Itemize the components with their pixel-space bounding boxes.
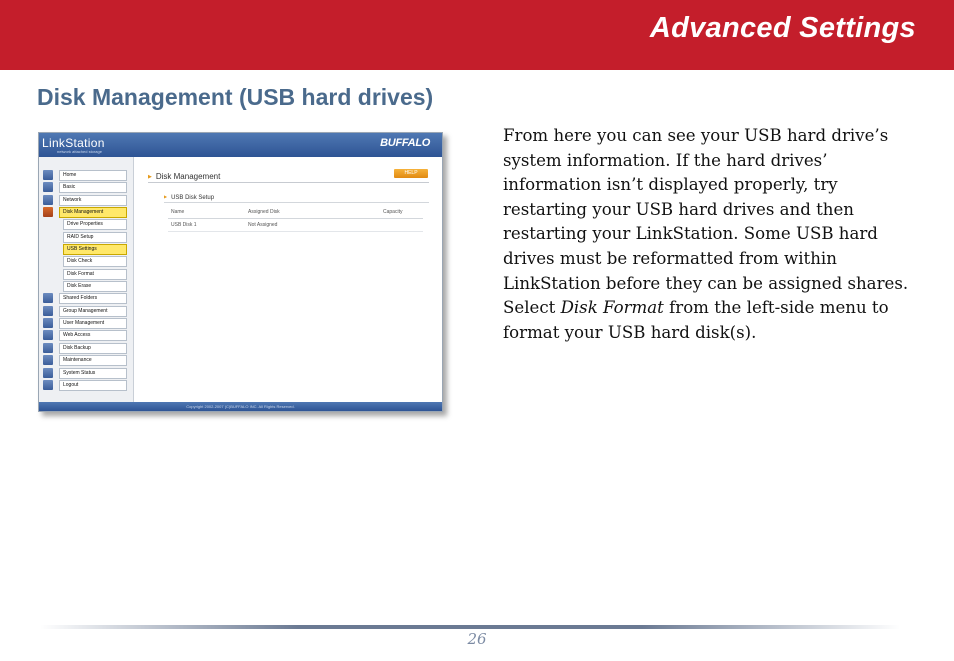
menu-icon [43, 367, 53, 378]
sidebar-item-drive-properties: Drive Properties [43, 219, 127, 231]
sidebar-item-label: Disk Management [59, 207, 127, 219]
sidebar-item-shared-folders: Shared Folders [43, 293, 127, 305]
chapter-title: Advanced Settings [649, 12, 916, 44]
menu-icon [43, 207, 53, 218]
column-header-assigned-disk: Assigned Disk [248, 209, 280, 215]
sidebar-item-disk-format: Disk Format [43, 268, 127, 280]
footer-divider [40, 625, 900, 629]
sidebar-item-user-management: User Management [43, 318, 127, 330]
sidebar-item-disk-erase: Disk Erase [43, 281, 127, 293]
sidebar-item-network: Network [43, 194, 127, 206]
sidebar-item-label: RAID Setup [63, 231, 127, 243]
linkstation-screenshot: LinkStation network attached storage BUF… [38, 132, 443, 412]
sidebar-item-label: Maintenance [59, 355, 127, 367]
sidebar-item-usb-settings: USB Settings [43, 244, 127, 256]
sidebar-item-label: Home [59, 170, 127, 181]
buffalo-logo: BUFFALO [380, 137, 430, 149]
sidebar-item-label: Disk Erase [63, 281, 127, 293]
menu-icon [43, 318, 53, 329]
panel-title: Disk Management [148, 172, 220, 181]
sidebar-item-label: User Management [59, 318, 127, 330]
sidebar-item-label: Web Access [59, 330, 127, 342]
table-header-row: Name Assigned Disk Capacity [168, 207, 423, 219]
panel-divider [148, 182, 429, 183]
sidebar-item-disk-backup: Disk Backup [43, 342, 127, 354]
menu-icon [43, 170, 53, 180]
sidebar-item-disk-check: Disk Check [43, 256, 127, 268]
menu-icon [43, 293, 53, 304]
linkstation-logo: LinkStation [42, 136, 105, 150]
usb-disk-table: Name Assigned Disk Capacity USB Disk 1 N… [168, 207, 423, 232]
menu-icon [43, 305, 53, 316]
sidebar-item-label: Group Management [59, 305, 127, 317]
sidebar-item-label: Drive Properties [63, 219, 127, 231]
menu-icon [43, 330, 53, 341]
table-row: USB Disk 1 Not Assigned [168, 219, 423, 232]
screenshot-sidebar: Home Basic Network Disk Management Drive Pro… [39, 157, 134, 402]
sidebar-item-label: Basic [59, 182, 127, 194]
sidebar-menu: Home Basic Network Disk Management Drive Pro… [43, 170, 127, 392]
menu-icon [43, 194, 53, 205]
sidebar-item-label: USB Settings [63, 244, 127, 256]
column-header-capacity: Capacity [383, 209, 403, 215]
sidebar-item-system-status: System Status [43, 367, 127, 379]
sidebar-item-basic: Basic [43, 182, 127, 194]
sidebar-item-logout: Logout [43, 379, 127, 391]
subsection-title: USB Disk Setup [164, 194, 214, 201]
sidebar-item-maintenance: Maintenance [43, 355, 127, 367]
screenshot-header: LinkStation network attached storage BUF… [39, 133, 442, 157]
sidebar-item-disk-management: Disk Management [43, 207, 127, 219]
sidebar-item-web-access: Web Access [43, 330, 127, 342]
menu-icon [43, 355, 53, 366]
sidebar-item-label: Network [59, 194, 127, 206]
sidebar-item-label: Disk Check [63, 256, 127, 268]
column-header-name: Name [171, 209, 185, 215]
section-heading: Disk Management (USB hard drives) [37, 84, 434, 110]
sidebar-item-label: Shared Folders [59, 293, 127, 305]
help-button: HELP [394, 169, 428, 178]
assigned-disk-cell: Not Assigned [248, 222, 278, 228]
sidebar-item-raid-setup: RAID Setup [43, 231, 127, 243]
body-paragraph: From here you can see your USB hard driv… [503, 124, 923, 345]
page-number: 26 [467, 630, 487, 648]
screenshot-copyright: Copyright 2002-2007 (C)BUFFALO INC. All … [39, 402, 442, 411]
sidebar-item-group-management: Group Management [43, 305, 127, 317]
menu-icon [43, 379, 53, 390]
body-text-before: From here you can see your USB hard driv… [503, 126, 909, 318]
sidebar-item-label: Disk Format [63, 268, 127, 280]
menu-icon [43, 182, 53, 193]
subsection-divider [164, 202, 429, 203]
screenshot-main-panel: Disk Management HELP USB Disk Setup Name… [134, 157, 442, 402]
sidebar-item-label: Disk Backup [59, 342, 127, 354]
sidebar-item-label: Logout [59, 379, 127, 391]
linkstation-tagline: network attached storage [57, 149, 102, 154]
sidebar-item-home: Home [43, 170, 127, 181]
menu-icon [43, 342, 53, 353]
disk-format-emphasis: Disk Format [560, 298, 664, 318]
sidebar-item-label: System Status [59, 367, 127, 379]
disk-name-cell: USB Disk 1 [171, 222, 197, 228]
page-banner: Advanced Settings [0, 0, 954, 70]
